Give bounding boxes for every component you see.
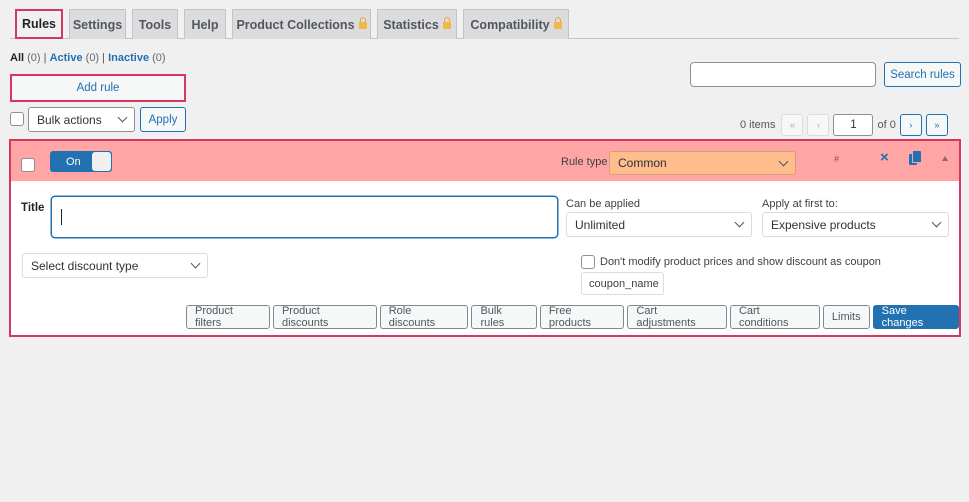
coupon-mode-checkbox[interactable] xyxy=(581,255,595,269)
can-be-applied-label: Can be applied xyxy=(566,198,641,210)
current-page-input[interactable]: 1 xyxy=(833,113,874,136)
chevron-down-icon xyxy=(190,258,201,269)
search-rules-button[interactable]: Search rules xyxy=(884,62,961,87)
tab-label: Statistics xyxy=(383,17,439,32)
coupon-mode-label: Don't modify product prices and show dis… xyxy=(600,256,881,268)
title-input[interactable] xyxy=(51,196,558,238)
pagination: 0 items « ‹ 1 of 0 › » xyxy=(740,113,948,136)
collapse-icon[interactable] xyxy=(942,156,948,161)
discount-type-value: Select discount type xyxy=(31,258,139,273)
select-all-checkbox[interactable] xyxy=(10,112,24,126)
cart-conditions-button[interactable]: Cart conditions xyxy=(729,305,820,329)
rule-type-select[interactable]: Common xyxy=(609,151,796,175)
discount-type-select[interactable]: Select discount type xyxy=(22,253,208,278)
product-discounts-button[interactable]: Product discounts xyxy=(272,305,377,329)
tab-rules[interactable]: Rules xyxy=(15,9,63,39)
filter-all-count: (0) xyxy=(27,52,41,64)
product-filters-button[interactable]: Product filters xyxy=(186,305,270,329)
lock-icon xyxy=(442,17,451,30)
tab-label: Help xyxy=(191,17,219,32)
first-page-button[interactable]: « xyxy=(781,113,804,136)
lock-icon xyxy=(553,17,562,30)
can-be-applied-value: Unlimited xyxy=(575,217,626,232)
toggle-label: On xyxy=(66,155,81,168)
save-changes-button[interactable]: Save changes xyxy=(872,305,959,329)
can-be-applied-select[interactable]: Unlimited xyxy=(566,212,752,237)
chevron-down-icon xyxy=(931,217,942,228)
filter-all[interactable]: All xyxy=(10,52,24,64)
chevron-down-icon xyxy=(117,112,128,123)
chevron-down-icon xyxy=(778,156,789,166)
total-pages: of 0 xyxy=(877,118,896,131)
tab-statistics[interactable]: Statistics xyxy=(377,9,457,39)
filter-active-count: (0) xyxy=(85,52,100,64)
rule-type-value: Common xyxy=(618,156,667,170)
rule-type-label: Rule type xyxy=(561,156,608,168)
apply-first-value: Expensive products xyxy=(771,217,876,232)
bulk-actions-value: Bulk actions xyxy=(37,112,102,127)
filter-inactive[interactable]: Inactive xyxy=(108,52,149,64)
next-page-button[interactable]: › xyxy=(899,113,922,136)
role-discounts-button[interactable]: Role discounts xyxy=(379,305,469,329)
tab-settings[interactable]: Settings xyxy=(69,9,126,39)
items-count: 0 items xyxy=(740,118,776,131)
tab-compatibility[interactable]: Compatibility xyxy=(463,9,569,39)
rule-status-toggle[interactable]: On xyxy=(50,151,112,172)
status-filters: All (0) | Active (0) | Inactive (0) xyxy=(10,52,166,64)
rule-action-buttons: Product filters Product discounts Role d… xyxy=(186,305,959,329)
apply-button[interactable]: Apply xyxy=(140,107,186,132)
separator: | xyxy=(43,52,47,64)
add-rule-button[interactable]: Add rule xyxy=(10,74,186,102)
tab-label: Settings xyxy=(72,17,123,32)
rule-id-hash: # xyxy=(834,154,840,164)
tab-help[interactable]: Help xyxy=(184,9,226,39)
rule-card: On Rule type Common # × Title Can be app… xyxy=(9,139,961,337)
tab-label: Product Collections xyxy=(236,17,355,32)
tab-label: Tools xyxy=(138,17,172,32)
tab-tools[interactable]: Tools xyxy=(132,9,178,39)
chevron-down-icon xyxy=(734,217,745,228)
toggle-knob xyxy=(92,152,111,171)
filter-active[interactable]: Active xyxy=(50,52,83,64)
coupon-name-input[interactable]: coupon_name xyxy=(581,272,664,295)
tab-label: Rules xyxy=(21,17,57,31)
rule-checkbox[interactable] xyxy=(21,158,35,172)
tab-label: Compatibility xyxy=(470,17,550,32)
delete-rule-icon[interactable]: × xyxy=(880,149,889,166)
prev-page-button[interactable]: ‹ xyxy=(807,113,830,136)
cart-adjustments-button[interactable]: Cart adjustments xyxy=(627,305,727,329)
bulk-actions-select[interactable]: Bulk actions xyxy=(28,107,135,132)
limits-button[interactable]: Limits xyxy=(822,305,870,329)
apply-first-select[interactable]: Expensive products xyxy=(762,212,949,237)
title-label: Title xyxy=(21,202,45,214)
bulk-rules-button[interactable]: Bulk rules xyxy=(471,305,537,329)
text-cursor xyxy=(61,209,62,225)
rule-header: On Rule type Common # × xyxy=(11,141,959,181)
lock-icon xyxy=(358,17,367,30)
copy-rule-icon[interactable] xyxy=(909,151,921,165)
last-page-button[interactable]: » xyxy=(925,113,948,136)
tab-bar: Rules Settings Tools Help Product Collec… xyxy=(10,9,959,39)
free-products-button[interactable]: Free products xyxy=(539,305,625,329)
filter-inactive-count: (0) xyxy=(152,52,166,64)
search-input[interactable] xyxy=(690,62,876,87)
apply-first-label: Apply at first to: xyxy=(762,198,838,210)
tab-product-collections[interactable]: Product Collections xyxy=(232,9,371,39)
separator: | xyxy=(102,52,106,64)
